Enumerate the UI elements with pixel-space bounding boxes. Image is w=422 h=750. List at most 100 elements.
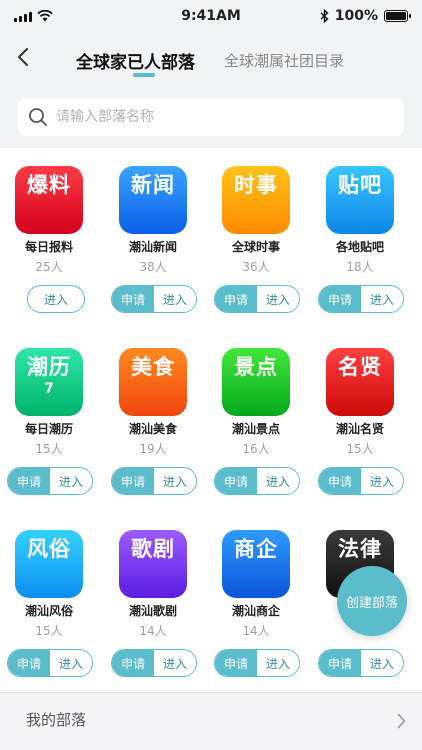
tribe-icon[interactable]: 商企 <box>222 530 290 598</box>
enter-button[interactable]: 进入 <box>257 468 299 494</box>
tribe-name: 潮汕新闻 <box>128 240 177 254</box>
tribe-item: 新闻潮汕新闻 38人申请 进入 <box>104 148 204 313</box>
tribe-icon-label: 美食 <box>131 355 175 379</box>
tribe-icon[interactable]: 时事 <box>222 166 290 234</box>
tribe-item: 歌剧潮汕歌剧 14人申请 进入 <box>104 512 204 677</box>
back-button[interactable] <box>10 44 36 70</box>
tribe-name: 潮汕景点 <box>231 422 280 436</box>
apply-button[interactable]: 申请 <box>215 286 257 312</box>
tribe-icon[interactable]: 潮历 7 <box>15 348 83 416</box>
tribe-icon-label: 法律 <box>338 537 382 561</box>
tribe-icon-label: 时事 <box>234 173 278 197</box>
enter-button[interactable]: 进入 <box>154 286 196 312</box>
my-tribes-bar[interactable]: 我的部落 <box>0 692 422 750</box>
tribe-icon[interactable]: 贴吧 <box>326 166 394 234</box>
enter-button[interactable]: 进入 <box>50 650 92 676</box>
apply-button[interactable]: 申请 <box>215 650 257 676</box>
tab-active-indicator <box>133 73 155 77</box>
tab-my-tribes[interactable]: 全球家已人部落 <box>76 48 195 73</box>
apply-button[interactable]: 申请 <box>215 468 257 494</box>
tribe-name: 全球时事 <box>231 240 280 254</box>
tribe-name: 潮汕美食 <box>128 422 177 436</box>
tribe-icon[interactable]: 新闻 <box>119 166 187 234</box>
tribe-name: 潮汕歌剧 <box>128 604 177 618</box>
tribe-item: 商企 潮汕商企 14人 申请 进入 <box>207 512 307 677</box>
tribe-action-buttons: 申请 进入 <box>111 649 197 677</box>
create-tribe-button[interactable]: 创建部落 <box>337 566 407 636</box>
enter-button[interactable]: 进入 <box>361 650 403 676</box>
bluetooth-icon <box>320 9 329 23</box>
tribe-item: 美食潮汕美食 19人申请 进入 <box>104 330 204 495</box>
enter-button[interactable]: 进入 <box>257 286 299 312</box>
tribe-icon-label: 贴吧 <box>338 173 382 197</box>
tribe-icon[interactable]: 爆料 <box>15 166 83 234</box>
search-icon <box>29 108 47 126</box>
tribe-action-buttons: 申请 进入 <box>7 467 93 495</box>
tribe-member-count: 18人 <box>346 260 374 274</box>
apply-button[interactable]: 申请 <box>8 650 50 676</box>
tribe-icon-sub: 7 <box>44 381 54 397</box>
apply-button[interactable]: 申请 <box>112 650 154 676</box>
enter-button[interactable]: 进入 <box>361 286 403 312</box>
tribe-member-count: 38人 <box>139 260 167 274</box>
tribe-name: 每日报料 <box>24 240 73 254</box>
tribe-item: 爆料每日报料 25人进入 <box>0 148 100 313</box>
battery-icon <box>384 10 411 22</box>
tribe-name: 每日潮历 <box>24 422 73 436</box>
tribe-item: 名贤潮汕名贤 15人申请 进入 <box>311 330 411 495</box>
tribe-action-buttons: 申请 进入 <box>318 649 404 677</box>
tribe-action-buttons: 申请 进入 <box>318 467 404 495</box>
tribe-action-buttons: 申请 进入 <box>111 285 197 313</box>
tribe-member-count: 14人 <box>139 624 167 638</box>
tribe-action-buttons: 申请 进入 <box>111 467 197 495</box>
tribe-member-count: 15人 <box>346 442 374 456</box>
tribe-item: 潮历 7 每日潮历 15人申请 进入 <box>0 330 100 495</box>
tribe-member-count: 15人 <box>35 624 63 638</box>
tribe-icon[interactable]: 名贤 <box>326 348 394 416</box>
enter-button[interactable]: 进入 <box>27 285 85 313</box>
tribe-name: 潮汕名贤 <box>335 422 384 436</box>
tribe-action-buttons: 申请 进入 <box>318 285 404 313</box>
tribe-item: 时事全球时事 36人申请 进入 <box>207 148 307 313</box>
chevron-right-icon <box>397 713 406 729</box>
tribe-icon-label: 商企 <box>234 537 278 561</box>
enter-button[interactable]: 进入 <box>257 650 299 676</box>
tribe-member-count: 16人 <box>242 442 270 456</box>
enter-button[interactable]: 进入 <box>154 650 196 676</box>
tribe-icon[interactable]: 风俗 <box>15 530 83 598</box>
tribe-icon[interactable]: 歌剧 <box>119 530 187 598</box>
tribe-action-buttons: 申请 进入 <box>214 285 300 313</box>
enter-button[interactable]: 进入 <box>361 468 403 494</box>
apply-button[interactable]: 申请 <box>319 650 361 676</box>
battery-level <box>386 12 406 20</box>
enter-button[interactable]: 进入 <box>154 468 196 494</box>
apply-button[interactable]: 申请 <box>112 468 154 494</box>
apply-button[interactable]: 申请 <box>8 468 50 494</box>
tribe-icon-label: 新闻 <box>131 173 175 197</box>
tribe-action-buttons: 申请 进入 <box>214 467 300 495</box>
tribe-member-count: 36人 <box>242 260 270 274</box>
tribe-member-count: 19人 <box>139 442 167 456</box>
my-tribes-label: 我的部落 <box>26 711 87 729</box>
tribe-icon-label: 名贤 <box>338 355 382 379</box>
enter-button[interactable]: 进入 <box>50 468 92 494</box>
back-arrow-icon <box>18 48 28 66</box>
tribe-member-count: 14人 <box>242 624 270 638</box>
status-bar: 9:41AM 100% <box>0 0 422 34</box>
search-box <box>18 98 404 136</box>
apply-button[interactable]: 申请 <box>319 468 361 494</box>
tribe-name: 各地贴吧 <box>335 240 384 254</box>
tribe-item: 贴吧各地贴吧 18人申请 进入 <box>311 148 411 313</box>
tribe-member-count: 25人 <box>35 260 63 274</box>
search-input[interactable] <box>56 109 356 125</box>
tab-directory[interactable]: 全球潮属社团目录 <box>224 50 344 71</box>
apply-button[interactable]: 申请 <box>319 286 361 312</box>
tribe-item: 风俗 潮汕风俗 15人 申请 进入 <box>0 512 100 677</box>
apply-button[interactable]: 申请 <box>112 286 154 312</box>
tribe-icon[interactable]: 美食 <box>119 348 187 416</box>
tribe-member-count: 15人 <box>35 442 63 456</box>
tribe-icon[interactable]: 景点 <box>222 348 290 416</box>
tribe-icon-label: 景点 <box>234 355 278 379</box>
tribe-action-buttons: 申请 进入 <box>7 649 93 677</box>
battery-percent: 100% <box>334 8 378 24</box>
